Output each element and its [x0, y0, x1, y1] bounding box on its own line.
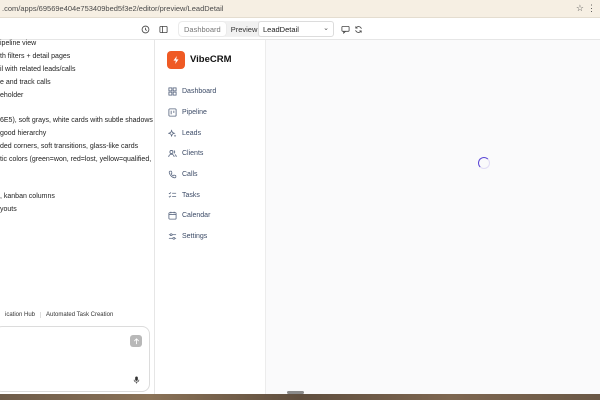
browser-menu-icon[interactable]: ⋮: [587, 3, 596, 14]
chat-text-line: tic colors (green=won, red=lost, yellow=…: [0, 156, 152, 163]
url-text[interactable]: .com/apps/69569e404e753409bed5f3e2/edito…: [0, 4, 223, 13]
tasks-icon: [168, 191, 177, 200]
sidebar-item-label: Tasks: [182, 191, 200, 199]
refresh-icon[interactable]: [351, 22, 365, 36]
microphone-icon[interactable]: [133, 376, 140, 386]
chat-text-line: th filters + detail pages: [0, 53, 71, 60]
bookmark-star-icon[interactable]: ☆: [576, 3, 584, 14]
chat-text-line: youts: [0, 206, 17, 213]
sidebar-item-label: Settings: [182, 232, 208, 240]
page-select-value: LeadDetail: [263, 25, 299, 34]
chat-text-line: e and track calls: [0, 79, 51, 86]
sidebar-item-dashboard[interactable]: Dashboard: [168, 85, 216, 97]
sidebar-item-calls[interactable]: Calls: [168, 168, 198, 180]
sidebar-item-tasks[interactable]: Tasks: [168, 189, 200, 201]
loading-spinner-icon: [478, 157, 490, 169]
send-button[interactable]: [130, 335, 142, 347]
suggestion-tabs: ication Hub Automated Task Creation: [0, 312, 118, 318]
tab-dashboard[interactable]: Dashboard: [179, 22, 226, 36]
crm-sidebar: VibeCRM Dashboard Pipeline Leads Clients…: [155, 40, 266, 394]
browser-url-bar[interactable]: .com/apps/69569e404e753409bed5f3e2/edito…: [0, 0, 600, 18]
brand-name: VibeCRM: [190, 54, 232, 65]
dashboard-grid-icon: [168, 86, 177, 96]
calendar-icon: [168, 211, 177, 220]
preview-main-area: [266, 40, 600, 394]
suggestion-chip[interactable]: Automated Task Creation: [41, 312, 118, 318]
sidebar-item-label: Leads: [182, 129, 202, 137]
pipeline-icon: [168, 107, 177, 117]
chat-bubble-icon[interactable]: [338, 22, 352, 36]
editor-toolbar: Dashboard Preview LeadDetail ⌄: [0, 18, 600, 40]
chat-text-line: ipeline view: [0, 40, 37, 47]
chevron-down-icon: ⌄: [323, 25, 329, 32]
chat-text-line: good hierarchy: [0, 130, 47, 137]
sidebar-toggle-icon[interactable]: [156, 22, 170, 36]
chat-panel: ipeline view th filters + detail pages i…: [0, 40, 155, 394]
sidebar-item-settings[interactable]: Settings: [168, 230, 207, 242]
sidebar-item-pipeline[interactable]: Pipeline: [168, 106, 207, 118]
chat-text-line: eholder: [0, 92, 24, 99]
sidebar-item-label: Calls: [182, 170, 198, 178]
sidebar-item-label: Clients: [182, 149, 204, 157]
sidebar-item-label: Calendar: [182, 211, 211, 219]
suggestion-chip[interactable]: ication Hub: [0, 312, 42, 318]
chat-input[interactable]: [0, 326, 150, 392]
chat-text-line: 6E5), soft grays, white cards with subtl…: [0, 117, 153, 124]
sidebar-item-clients[interactable]: Clients: [168, 147, 203, 159]
view-toggle: Dashboard Preview: [178, 21, 264, 37]
phone-icon: [168, 170, 177, 179]
sidebar-item-calendar[interactable]: Calendar: [168, 209, 210, 221]
sparkles-icon: [168, 128, 177, 138]
chat-text-line: il with related leads/calls: [0, 66, 76, 73]
tab-preview[interactable]: Preview: [226, 22, 263, 36]
chat-text-line: , kanban columns: [0, 193, 55, 200]
desktop-background-strip: [0, 394, 600, 400]
page-select[interactable]: LeadDetail ⌄: [258, 21, 334, 37]
sidebar-item-leads[interactable]: Leads: [168, 127, 201, 139]
sidebar-item-label: Dashboard: [182, 87, 217, 95]
history-icon[interactable]: [138, 22, 152, 36]
vibecrm-logo-icon: [167, 51, 185, 69]
settings-sliders-icon: [168, 232, 177, 241]
chat-text-line: ded corners, soft transitions, glass-lik…: [0, 143, 139, 150]
sidebar-item-label: Pipeline: [182, 108, 207, 116]
users-icon: [168, 149, 177, 158]
